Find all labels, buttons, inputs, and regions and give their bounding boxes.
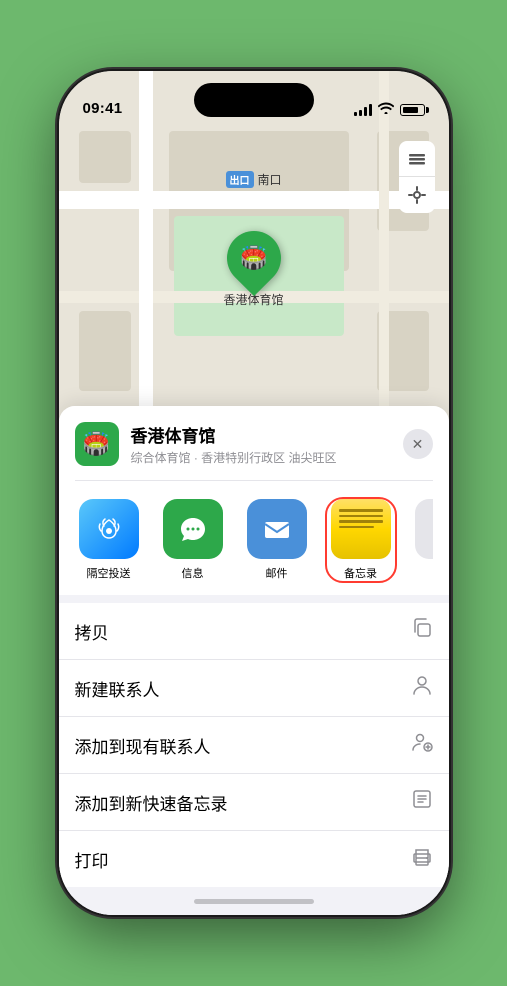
share-item-mail[interactable]: 邮件 [243, 499, 311, 581]
action-new-contact[interactable]: 新建联系人 [59, 660, 449, 717]
bottom-sheet: 🏟️ 香港体育馆 综合体育馆 · 香港特别行政区 油尖旺区 ✕ [59, 406, 449, 915]
mail-label: 邮件 [266, 565, 288, 581]
close-button[interactable]: ✕ [403, 429, 433, 459]
venue-icon: 🏟️ [83, 431, 110, 457]
battery-icon [400, 104, 425, 116]
dynamic-island [194, 83, 314, 117]
signal-bar-4 [369, 104, 372, 116]
exit-name: 南口 [257, 171, 281, 188]
action-add-note-label: 添加到新快速备忘录 [75, 790, 228, 815]
action-list: 拷贝 新建联系人 [59, 603, 449, 887]
share-item-airdrop[interactable]: 隔空投送 [75, 499, 143, 581]
home-indicator [194, 899, 314, 904]
messages-label: 信息 [182, 565, 204, 581]
venue-card: 🏟️ 香港体育馆 综合体育馆 · 香港特别行政区 油尖旺区 ✕ [59, 406, 449, 595]
action-add-to-note[interactable]: 添加到新快速备忘录 [59, 774, 449, 831]
map-controls [399, 141, 435, 213]
share-item-more[interactable]: 推 [411, 499, 433, 581]
phone-frame: 09:41 [59, 71, 449, 915]
map-location-button[interactable] [399, 177, 435, 213]
printer-icon [411, 845, 433, 873]
close-icon: ✕ [412, 436, 424, 453]
home-indicator-area [59, 887, 449, 915]
venue-header: 🏟️ 香港体育馆 综合体育馆 · 香港特别行政区 油尖旺区 ✕ [75, 422, 433, 481]
pin-circle: 🏟️ [215, 220, 291, 296]
map-exit-label: 出口 南口 [225, 171, 281, 188]
action-print-label: 打印 [75, 847, 109, 872]
share-item-messages[interactable]: 信息 [159, 499, 227, 581]
venue-pin[interactable]: 🏟️ 香港体育馆 [223, 231, 283, 308]
airdrop-icon [79, 499, 139, 559]
exit-badge: 出口 [225, 171, 253, 188]
mail-icon [247, 499, 307, 559]
venue-icon-wrapper: 🏟️ [75, 422, 119, 466]
action-add-to-contact[interactable]: 添加到现有联系人 [59, 717, 449, 774]
signal-bar-2 [359, 110, 362, 116]
notes-icon [331, 499, 391, 559]
share-item-notes[interactable]: 备忘录 [327, 499, 395, 581]
action-add-contact-label: 添加到现有联系人 [75, 733, 211, 758]
messages-icon [163, 499, 223, 559]
phone-screen: 09:41 [59, 71, 449, 915]
action-copy-label: 拷贝 [75, 619, 109, 644]
map-block-3 [79, 131, 131, 183]
wifi-icon [378, 102, 394, 117]
status-icons [354, 102, 425, 117]
copy-icon [411, 617, 433, 645]
venue-name: 香港体育馆 [131, 422, 391, 447]
venue-info: 香港体育馆 综合体育馆 · 香港特别行政区 油尖旺区 [131, 422, 391, 466]
map-layers-button[interactable] [399, 141, 435, 177]
venue-subtitle: 综合体育馆 · 香港特别行政区 油尖旺区 [131, 449, 391, 466]
note-icon [411, 788, 433, 816]
person-icon [411, 674, 433, 702]
notes-label: 备忘录 [344, 565, 377, 581]
battery-fill [403, 107, 418, 113]
status-time: 09:41 [83, 100, 123, 117]
airdrop-label: 隔空投送 [87, 565, 131, 581]
signal-bar-1 [354, 112, 357, 116]
person-add-icon [411, 731, 433, 759]
signal-bar-3 [364, 107, 367, 116]
action-print[interactable]: 打印 [59, 831, 449, 887]
signal-bars-icon [354, 104, 372, 116]
map-block-4 [79, 311, 131, 391]
map-road-h1 [59, 191, 449, 209]
action-copy[interactable]: 拷贝 [59, 603, 449, 660]
more-icon [415, 499, 433, 559]
action-new-contact-label: 新建联系人 [75, 676, 160, 701]
share-row: 隔空投送 信息 [75, 485, 433, 595]
pin-icon: 🏟️ [240, 245, 267, 271]
